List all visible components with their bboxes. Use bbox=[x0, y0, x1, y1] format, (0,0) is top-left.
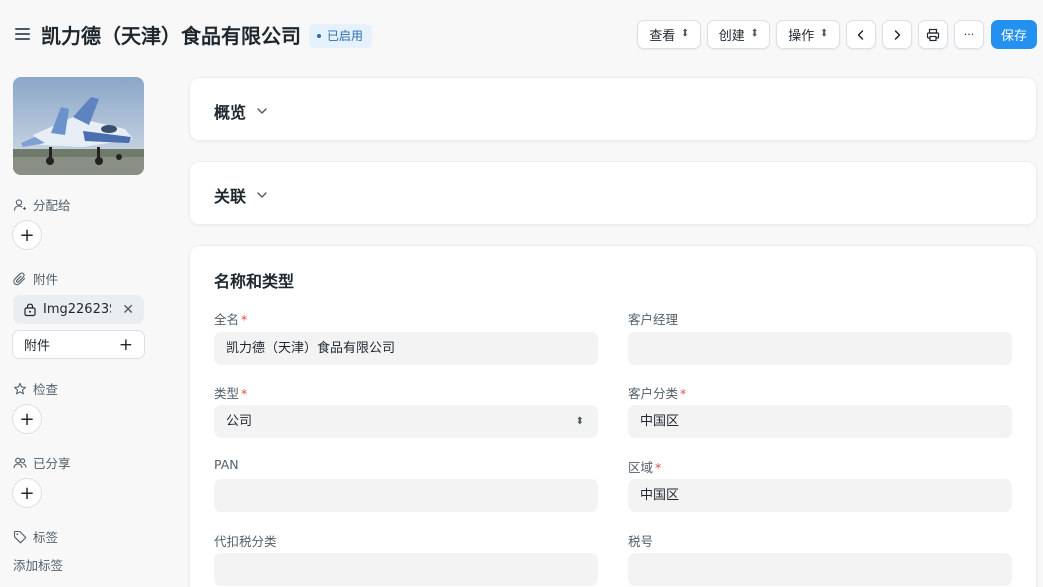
chevron-down-icon bbox=[257, 108, 267, 114]
attach-button-label: 附件 bbox=[24, 339, 51, 354]
name-type-section: 名称和类型 全名 * 凯力德（天津）食品有限公司 类型 * 公司 ⬍ PAN 代扣税… bbox=[189, 245, 1037, 587]
save-button[interactable]: 保存 bbox=[991, 20, 1037, 49]
connections-header[interactable]: 关联 bbox=[214, 183, 268, 207]
type-value: 公司 bbox=[226, 414, 253, 429]
previous-button[interactable] bbox=[846, 20, 876, 49]
connections-section[interactable]: 关联 bbox=[189, 161, 1037, 225]
add-review-button[interactable]: + bbox=[12, 404, 42, 434]
add-attachment-button[interactable]: 附件 + bbox=[12, 330, 145, 359]
required-marker: * bbox=[241, 386, 248, 401]
tax-id-label: 税号 bbox=[628, 534, 654, 549]
tags-text: 标签 bbox=[33, 530, 59, 545]
sort-arrows-icon: ⬍ bbox=[750, 27, 759, 40]
print-button[interactable] bbox=[918, 20, 948, 49]
full-name-field[interactable]: 凯力德（天津）食品有限公司 bbox=[214, 332, 598, 365]
star-icon bbox=[14, 382, 26, 394]
remove-attachment-icon[interactable]: ✕ bbox=[122, 302, 134, 318]
page-title: 凯力德（天津）食品有限公司 bbox=[41, 24, 301, 48]
territory-label: 区域 * bbox=[628, 457, 661, 476]
next-button[interactable] bbox=[882, 20, 912, 49]
user-icon bbox=[13, 198, 26, 211]
overview-header[interactable]: 概览 bbox=[214, 99, 268, 123]
full-name-label-text: 全名 bbox=[214, 312, 240, 327]
customer-group-label-text: 客户分类 bbox=[628, 386, 679, 401]
account-manager-label: 客户经理 bbox=[628, 312, 679, 327]
pan-field[interactable] bbox=[214, 479, 598, 512]
users-icon bbox=[13, 457, 27, 468]
actions-button[interactable]: 操作 ⬍ bbox=[776, 20, 840, 49]
tax-withholding-label: 代扣税分类 bbox=[214, 534, 277, 549]
add-tag-link[interactable]: 添加标签 bbox=[13, 555, 63, 574]
tax-withholding-field[interactable] bbox=[214, 553, 598, 586]
shared-label: 已分享 bbox=[13, 453, 71, 472]
attachments-label: 附件 bbox=[13, 269, 58, 288]
territory-label-text: 区域 bbox=[628, 460, 654, 475]
connections-title: 关联 bbox=[214, 187, 247, 206]
create-button[interactable]: 创建 ⬍ bbox=[707, 20, 770, 49]
type-select[interactable]: 公司 ⬍ bbox=[214, 405, 598, 438]
assigned-to-label: 分配给 bbox=[13, 195, 71, 214]
customer-group-label: 客户分类 * bbox=[628, 383, 686, 402]
status-badge: 已启用 bbox=[309, 24, 373, 48]
more-icon: ··· bbox=[963, 28, 975, 41]
required-marker: * bbox=[655, 460, 662, 475]
paperclip-icon bbox=[13, 272, 26, 285]
type-label: 类型 * bbox=[214, 383, 247, 402]
create-label: 创建 bbox=[718, 29, 745, 44]
attachments-text: 附件 bbox=[33, 272, 59, 287]
menu-icon[interactable] bbox=[15, 28, 30, 40]
required-marker: * bbox=[241, 312, 248, 327]
tags-label: 标签 bbox=[13, 527, 58, 546]
page-header: 凯力德（天津）食品有限公司 已启用 查看 ⬍ 创建 ⬍ 操作 ⬍ ··· 保存 bbox=[0, 0, 1043, 70]
review-label: 检查 bbox=[13, 379, 58, 398]
attachment-filename: Img22623S bbox=[43, 302, 111, 317]
view-label: 查看 bbox=[649, 29, 676, 44]
type-label-text: 类型 bbox=[214, 386, 240, 401]
tag-icon bbox=[13, 530, 27, 543]
name-type-title: 名称和类型 bbox=[214, 272, 295, 291]
territory-field[interactable]: 中国区 bbox=[628, 479, 1012, 512]
printer-icon bbox=[926, 28, 940, 41]
add-assignee-button[interactable]: + bbox=[12, 220, 42, 250]
actions-label: 操作 bbox=[788, 29, 815, 44]
overview-title: 概览 bbox=[214, 103, 247, 122]
account-manager-field[interactable] bbox=[628, 332, 1012, 365]
more-button[interactable]: ··· bbox=[954, 20, 984, 49]
add-share-button[interactable]: + bbox=[12, 478, 42, 508]
aircraft-image bbox=[13, 77, 144, 175]
status-dot-icon bbox=[317, 34, 321, 38]
lock-file-icon bbox=[24, 303, 36, 316]
shared-text: 已分享 bbox=[33, 456, 71, 471]
avatar[interactable] bbox=[13, 77, 144, 175]
sort-arrows-icon: ⬍ bbox=[820, 27, 828, 40]
sort-arrows-icon: ⬍ bbox=[681, 27, 689, 40]
overview-section[interactable]: 概览 bbox=[189, 77, 1037, 141]
view-button[interactable]: 查看 ⬍ bbox=[637, 20, 701, 49]
assigned-to-text: 分配给 bbox=[33, 198, 71, 213]
review-text: 检查 bbox=[33, 382, 59, 397]
select-arrows-icon: ⬍ bbox=[575, 416, 584, 427]
chevron-right-icon bbox=[894, 29, 901, 40]
full-name-label: 全名 * bbox=[214, 309, 247, 328]
required-marker: * bbox=[680, 386, 687, 401]
tax-id-field[interactable] bbox=[628, 553, 1012, 586]
chevron-down-icon bbox=[257, 192, 267, 198]
pan-label: PAN bbox=[214, 457, 239, 472]
customer-group-field[interactable]: 中国区 bbox=[628, 405, 1012, 438]
plus-icon: + bbox=[118, 334, 133, 355]
chevron-left-icon bbox=[857, 29, 864, 40]
attachment-file-chip[interactable]: Img22623S ✕ bbox=[13, 295, 144, 324]
status-label: 已启用 bbox=[327, 29, 364, 43]
